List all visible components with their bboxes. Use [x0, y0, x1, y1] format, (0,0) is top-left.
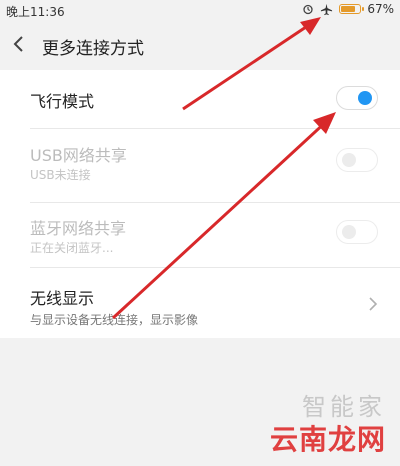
airplane-mode-toggle[interactable] — [336, 86, 378, 110]
status-bar: 晚上11:36 67% — [0, 0, 400, 20]
setting-usb-tethering-title: USB网络共享 — [30, 146, 127, 165]
page-header: 更多连接方式 — [0, 22, 400, 68]
setting-usb-tethering-subtitle: USB未连接 — [30, 168, 91, 182]
toggle-knob — [342, 225, 356, 239]
toggle-knob — [342, 153, 356, 167]
bluetooth-tethering-toggle[interactable] — [336, 220, 378, 244]
setting-airplane-mode[interactable]: 飞行模式 — [0, 70, 400, 128]
setting-airplane-mode-title: 飞行模式 — [30, 92, 95, 111]
toggle-knob — [358, 91, 372, 105]
watermark: 智能家 云南龙网 — [270, 387, 386, 458]
chevron-right-icon — [369, 297, 378, 311]
chevron-left-icon[interactable] — [12, 34, 26, 54]
status-time: 晚上11:36 — [6, 5, 65, 19]
airplane-icon — [321, 3, 333, 15]
setting-bluetooth-tethering-subtitle: 正在关闭蓝牙... — [30, 241, 114, 255]
watermark-line2: 云南龙网 — [269, 423, 386, 456]
usb-tethering-toggle[interactable] — [336, 148, 378, 172]
watermark-line1: 智能家 — [302, 393, 386, 421]
settings-list: 飞行模式 USB网络共享 USB未连接 蓝牙网络共享 正在关闭蓝牙... 无线显… — [0, 70, 400, 338]
setting-wireless-display-title: 无线显示 — [30, 289, 95, 308]
page-title: 更多连接方式 — [42, 39, 144, 59]
status-icons: 67% — [302, 2, 394, 16]
setting-bluetooth-tethering[interactable]: 蓝牙网络共享 正在关闭蓝牙... — [0, 203, 400, 267]
setting-wireless-display-subtitle: 与显示设备无线连接，显示影像 — [30, 313, 199, 327]
setting-bluetooth-tethering-title: 蓝牙网络共享 — [30, 219, 127, 238]
alarm-icon — [303, 4, 313, 15]
battery-percent: 67% — [367, 2, 394, 16]
battery-icon — [339, 4, 365, 14]
setting-wireless-display[interactable]: 无线显示 与显示设备无线连接，显示影像 — [0, 268, 400, 338]
setting-usb-tethering[interactable]: USB网络共享 USB未连接 — [0, 129, 400, 191]
